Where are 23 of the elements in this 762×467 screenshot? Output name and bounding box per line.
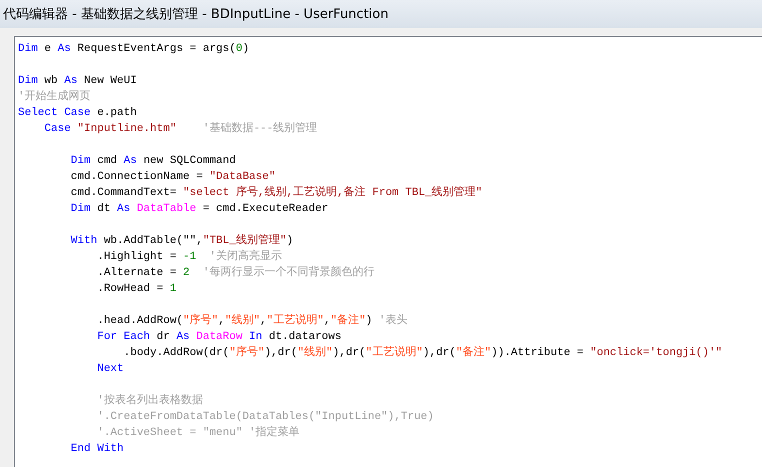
code-line: cmd.ConnectionName = "DataBase": [70, 170, 276, 185]
code-line: Dim e As RequestEventArgs = args(0): [18, 42, 250, 57]
code-line: Case "Inputline.htm" '基础数据---线别管理: [43, 121, 318, 137]
code-line: '.ActiveSheet = "menu" '指定菜单: [96, 425, 300, 441]
code-line: Next: [96, 362, 124, 377]
code-line: .head.AddRow("序号","线别","工艺说明","备注") '表头: [96, 313, 408, 329]
code-line: With wb.AddTable("","TBL_线别管理"): [70, 233, 294, 249]
code-line: '开始生成网页: [18, 89, 91, 105]
code-line: Dim wb As New WeUI: [18, 74, 137, 89]
code-line: Select Case e.path: [18, 106, 137, 121]
code-line: .Highlight = -1 '关闭高亮显示: [96, 249, 282, 265]
code-line: Dim cmd As new SQLCommand: [70, 154, 236, 169]
code-line: Dim dt As DataTable = cmd.ExecuteReader: [70, 202, 328, 217]
code-line: '.CreateFromDataTable(DataTables("InputLine"),True): [96, 410, 434, 425]
code-editor[interactable]: [14, 36, 762, 467]
code-line: .RowHead = 1: [96, 282, 176, 297]
code-line: For Each dr As DataRow In dt.datarows: [96, 330, 342, 345]
window-title: 代码编辑器 - 基础数据之线别管理 - BDInputLine - UserFunction: [3, 6, 388, 23]
code-line: End With: [70, 442, 124, 457]
code-line: .Alternate = 2 '每两行显示一个不同背景颜色的行: [96, 265, 374, 281]
code-line: cmd.CommandText= "select 序号,线别,工艺说明,备注 From TBL_线别管理": [70, 185, 482, 201]
code-line: .body.AddRow(dr("序号"),dr("线别"),dr("工艺说明"),dr("备注")).Attribute = "onclick='tongji()'": [122, 345, 722, 361]
code-line: '按表名列出表格数据: [96, 393, 203, 409]
